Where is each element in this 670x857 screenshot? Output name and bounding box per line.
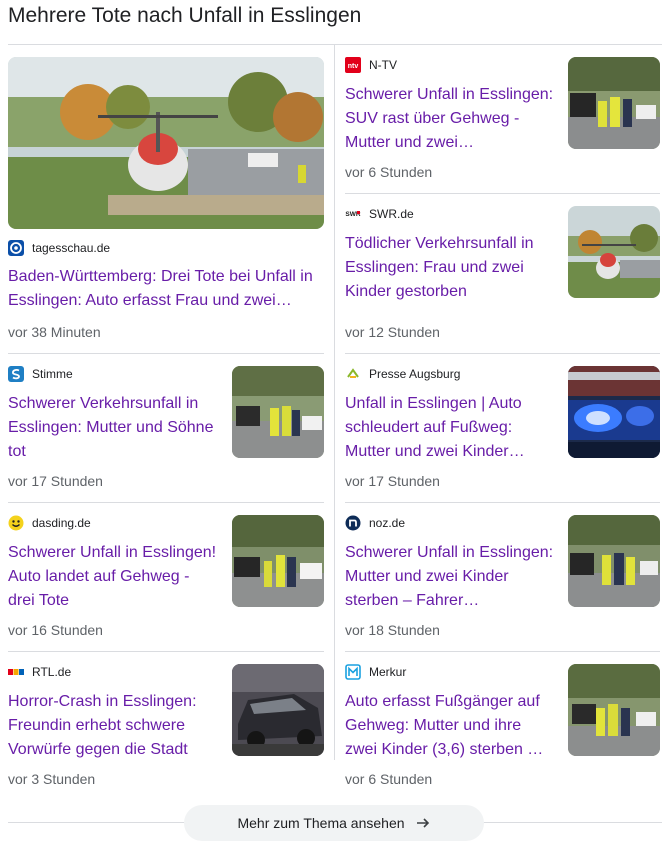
row-divider [8, 353, 324, 354]
stimme-logo-icon [8, 366, 24, 382]
timestamp: vor 12 Stunden [345, 324, 440, 340]
police-scene-photo [232, 515, 324, 607]
row-divider [345, 353, 660, 354]
wrecked-car-photo [232, 664, 324, 756]
source-name: Merkur [369, 665, 407, 679]
police-scene-photo [568, 515, 660, 607]
article-card[interactable]: SWR SWR.de Tödlicher Verkehrsunfall in E… [345, 206, 555, 304]
source-name: dasding.de [32, 516, 91, 530]
article-card[interactable]: Presse Augsburg Unfall in Esslingen | Au… [345, 366, 555, 464]
row-divider [8, 502, 324, 503]
timestamp: vor 16 Stunden [8, 622, 103, 638]
row-divider [8, 651, 324, 652]
more-on-topic-button[interactable]: Mehr zum Thema ansehen [184, 805, 484, 841]
row-divider [345, 502, 660, 503]
police-scene-photo [232, 366, 324, 458]
article-thumbnail[interactable] [232, 515, 324, 607]
headline-link[interactable]: Schwerer Verkehrsunfall in Esslingen: Mu… [8, 392, 218, 464]
article-thumbnail[interactable] [568, 515, 660, 607]
police-scene-photo [568, 57, 660, 149]
timestamp: vor 3 Stunden [8, 771, 96, 787]
timestamp: vor 6 Stunden [345, 771, 433, 787]
police-lights-photo [568, 366, 660, 458]
source-name: Presse Augsburg [369, 367, 461, 381]
headline-link[interactable]: Baden-Württemberg: Drei Tote bei Unfall … [8, 265, 324, 313]
article-card[interactable]: RTL.de Horror-Crash in Esslingen: Freund… [8, 664, 218, 762]
timestamp: vor 18 Stunden [345, 622, 440, 638]
article-card[interactable]: Merkur Auto erfasst Fußgänger auf Gehweg… [345, 664, 555, 762]
ntv-logo-icon: ntv [345, 57, 361, 73]
article-thumbnail[interactable] [232, 664, 324, 756]
presse-augsburg-logo-icon [345, 366, 361, 382]
article-card[interactable]: dasding.de Schwerer Unfall in Esslingen!… [8, 515, 218, 613]
tagesschau-logo-icon [8, 240, 24, 256]
column-divider [334, 44, 335, 760]
rtl-logo-icon [8, 664, 24, 680]
article-image[interactable] [8, 57, 324, 229]
headline-link[interactable]: Schwerer Unfall in Esslingen: SUV rast ü… [345, 83, 555, 155]
source-name: N-TV [369, 58, 397, 72]
headline-link[interactable]: Schwerer Unfall in Esslingen: Mutter und… [345, 541, 555, 613]
swr-logo-icon: SWR [345, 206, 361, 222]
article-card[interactable]: Stimme Schwerer Verkehrsunfall in Esslin… [8, 366, 218, 464]
source: SWR SWR.de [345, 206, 555, 222]
merkur-logo-icon [345, 664, 361, 680]
source: Merkur [345, 664, 555, 680]
arrow-right-icon [415, 815, 431, 831]
row-divider [345, 651, 660, 652]
headline-link[interactable]: Auto erfasst Fußgänger auf Gehweg: Mutte… [345, 690, 555, 762]
article-card[interactable]: ntv N-TV Schwerer Unfall in Esslingen: S… [345, 57, 555, 155]
source-name: noz.de [369, 516, 406, 530]
timestamp: vor 17 Stunden [345, 473, 440, 489]
article-thumbnail[interactable] [568, 664, 660, 756]
more-button-label: Mehr zum Thema ansehen [237, 815, 405, 831]
source-name: tagesschau.de [32, 241, 111, 255]
headline-link[interactable]: Unfall in Esslingen | Auto schleudert au… [345, 392, 555, 464]
headline-link[interactable]: Horror-Crash in Esslingen: Freundin erhe… [8, 690, 218, 762]
timestamp: vor 6 Stunden [345, 164, 433, 180]
source: Stimme [8, 366, 218, 382]
source-name: Stimme [32, 367, 73, 381]
helicopter-scene-photo [8, 57, 324, 229]
article-thumbnail[interactable] [232, 366, 324, 458]
article-thumbnail[interactable] [568, 366, 660, 458]
source: RTL.de [8, 664, 218, 680]
source: tagesschau.de [8, 240, 324, 256]
timestamp: vor 17 Stunden [8, 473, 103, 489]
source: dasding.de [8, 515, 218, 531]
row-divider [345, 193, 660, 194]
article-card[interactable]: tagesschau.de Baden-Württemberg: Drei To… [8, 240, 324, 313]
police-scene-photo [568, 664, 660, 756]
source: Presse Augsburg [345, 366, 555, 382]
source: ntv N-TV [345, 57, 555, 73]
article-thumbnail[interactable] [568, 206, 660, 298]
svg-text:ntv: ntv [348, 63, 359, 70]
dasding-logo-icon [8, 515, 24, 531]
headline-link[interactable]: Tödlicher Verkehrsunfall in Esslingen: F… [345, 232, 555, 304]
noz-logo-icon [345, 515, 361, 531]
source: noz.de [345, 515, 555, 531]
source-name: SWR.de [369, 207, 414, 221]
timestamp: vor 38 Minuten [8, 324, 101, 340]
article-card[interactable]: noz.de Schwerer Unfall in Esslingen: Mut… [345, 515, 555, 613]
source-name: RTL.de [32, 665, 72, 679]
section-title: Mehrere Tote nach Unfall in Esslingen [8, 4, 362, 27]
article-thumbnail[interactable] [568, 57, 660, 149]
helicopter-scene-photo [568, 206, 660, 298]
headline-link[interactable]: Schwerer Unfall in Esslingen! Auto lande… [8, 541, 218, 613]
top-divider [8, 44, 662, 45]
